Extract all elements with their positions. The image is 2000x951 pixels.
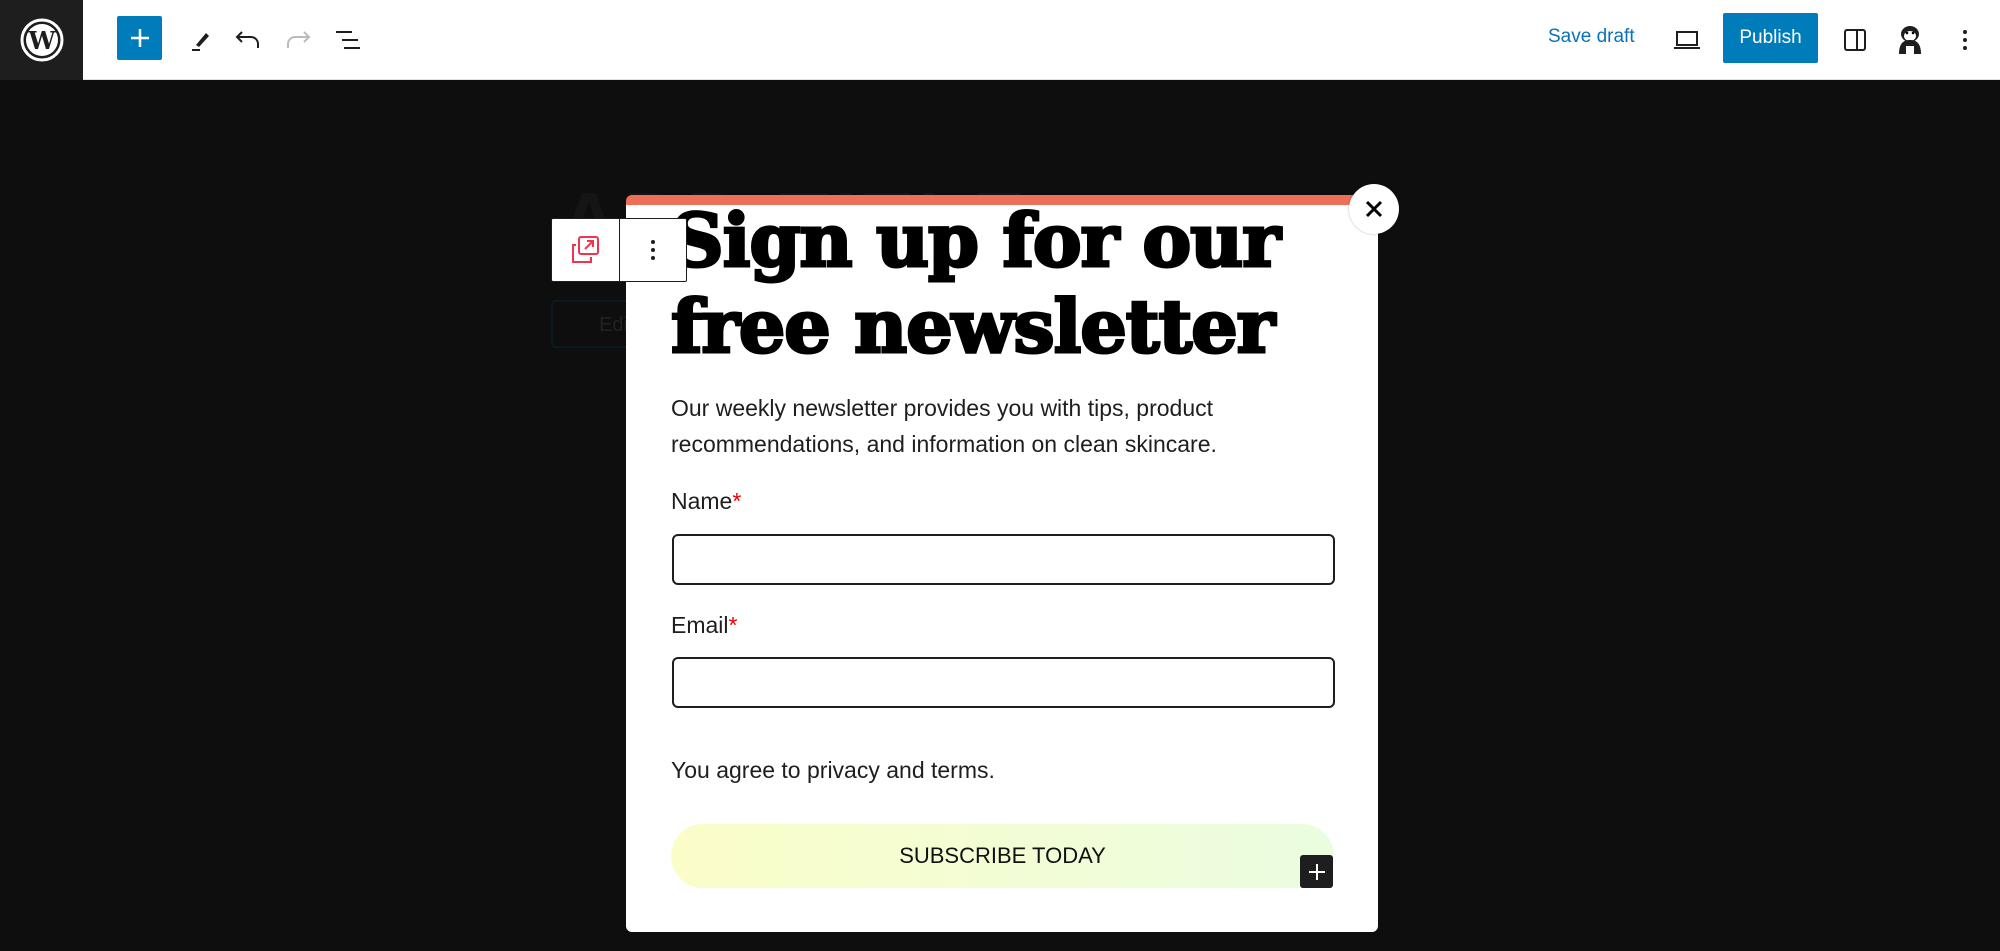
redo-icon — [287, 31, 311, 48]
more-vertical-icon — [1963, 30, 1967, 50]
settings-sidebar-button[interactable] — [1835, 20, 1875, 60]
popup-icon — [572, 236, 600, 263]
undo-button[interactable] — [228, 20, 268, 60]
block-options-button[interactable] — [620, 219, 687, 281]
add-block-inline-button[interactable] — [1300, 855, 1333, 888]
publish-button[interactable]: Publish — [1723, 13, 1818, 63]
sidebar-icon — [1844, 29, 1866, 51]
email-label-text: Email — [671, 612, 729, 638]
more-vertical-icon — [650, 240, 655, 260]
name-label: Name* — [671, 488, 741, 515]
add-block-button[interactable] — [117, 16, 162, 60]
close-popup-button[interactable] — [1349, 184, 1399, 234]
popup-block-button[interactable] — [552, 219, 620, 281]
email-label: Email* — [671, 612, 737, 639]
email-input[interactable] — [672, 657, 1335, 708]
svg-text:W: W — [27, 26, 56, 55]
editor-top-toolbar: W Save draft Publish — [0, 0, 2000, 80]
close-icon — [1365, 200, 1383, 218]
block-toolbar — [551, 218, 687, 282]
required-mark: * — [732, 488, 742, 514]
popup-heading: Sign up for our free newsletter — [670, 197, 1283, 372]
plugin-button[interactable] — [1890, 18, 1930, 62]
name-input[interactable] — [672, 534, 1335, 585]
preview-button[interactable] — [1667, 20, 1707, 60]
redo-button[interactable] — [278, 20, 318, 60]
save-draft-button[interactable]: Save draft — [1548, 26, 1635, 48]
subscribe-button[interactable]: SUBSCRIBE TODAY — [671, 824, 1334, 888]
laptop-icon — [1674, 31, 1700, 49]
plus-icon — [130, 29, 149, 47]
otter-icon — [1899, 26, 1921, 54]
required-mark: * — [728, 612, 738, 638]
undo-icon — [235, 31, 259, 48]
document-overview-button[interactable] — [328, 20, 368, 60]
popup-description: Our weekly newsletter provides you with … — [671, 395, 1217, 457]
options-button[interactable] — [1945, 20, 1985, 60]
pencil-icon — [192, 33, 209, 51]
plus-icon — [1308, 863, 1325, 880]
list-view-icon — [336, 31, 360, 49]
agree-text: You agree to privacy and terms. — [671, 757, 995, 783]
tools-button[interactable] — [180, 20, 220, 60]
name-label-text: Name — [671, 488, 733, 514]
wordpress-logo-button[interactable]: W — [0, 0, 83, 80]
wordpress-icon: W — [20, 18, 63, 62]
